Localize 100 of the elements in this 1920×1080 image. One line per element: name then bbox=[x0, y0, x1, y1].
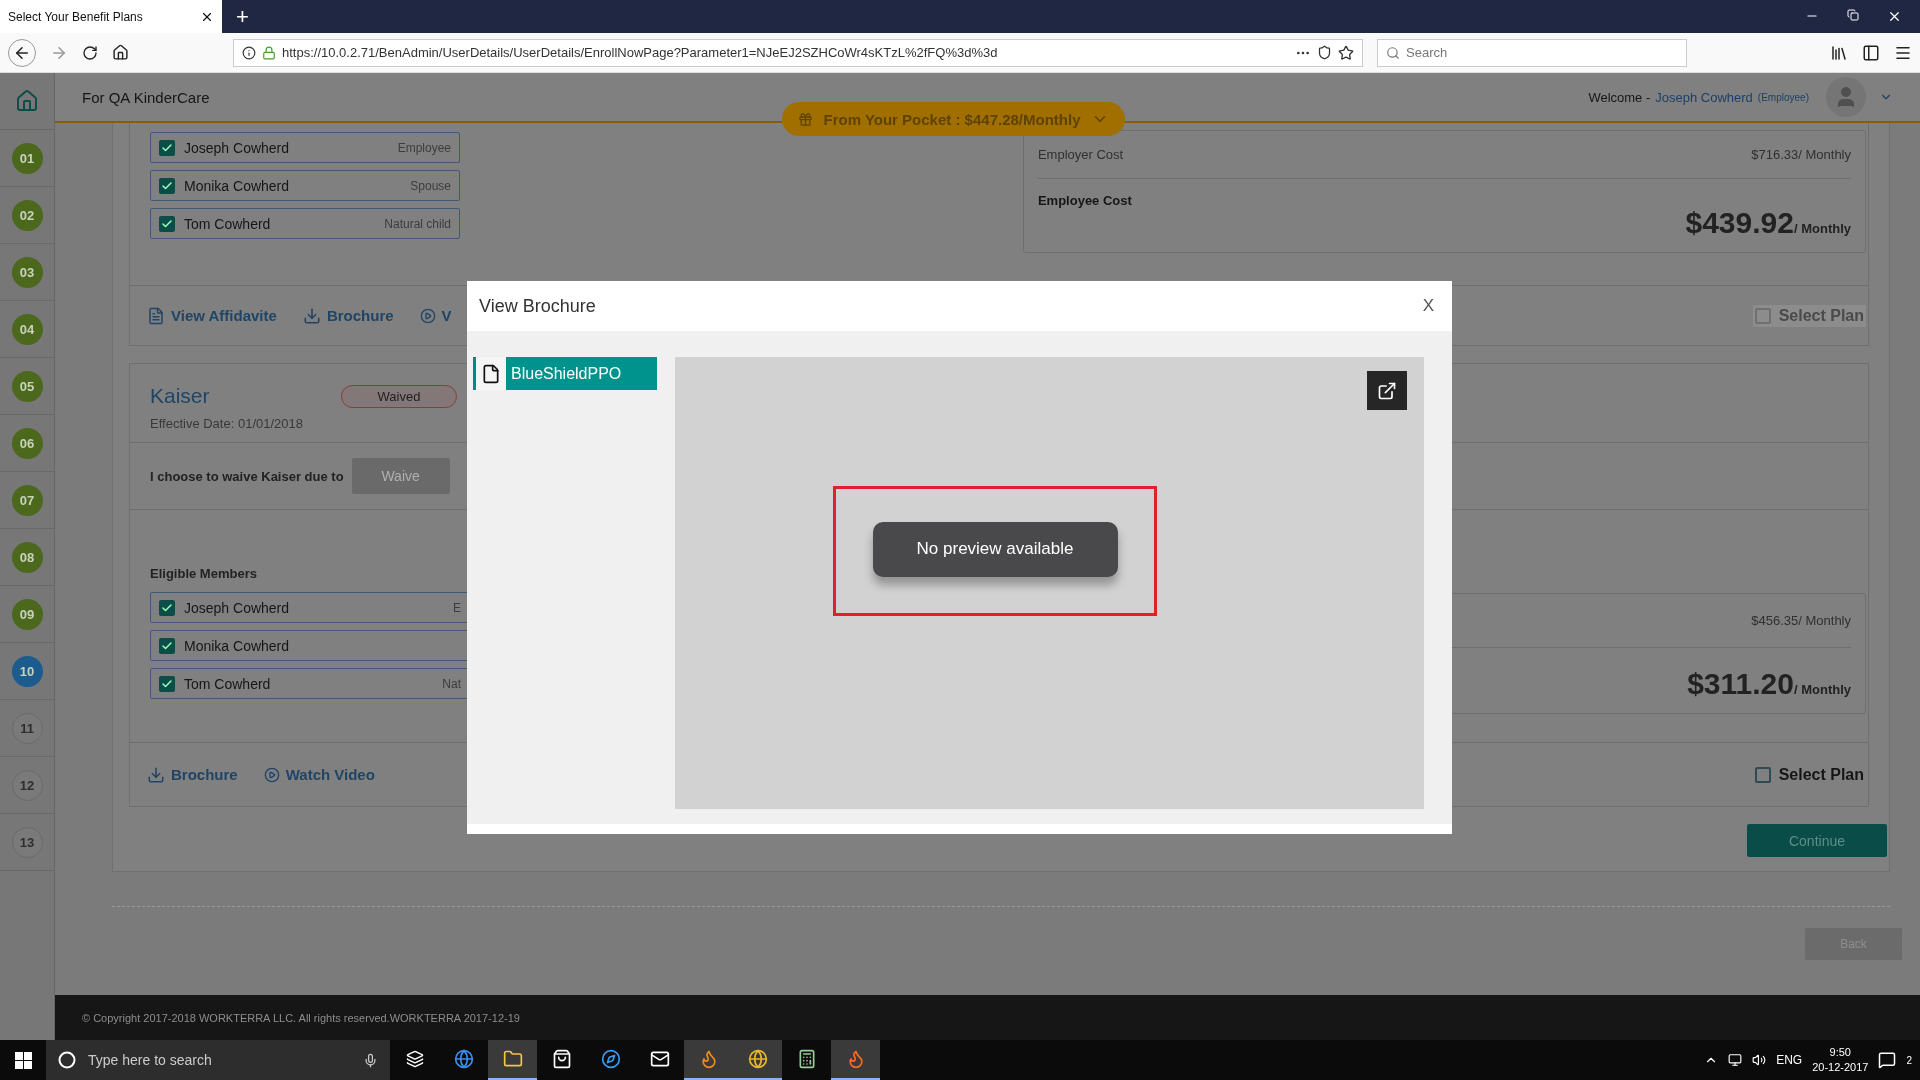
sidebar-icon[interactable] bbox=[1862, 43, 1880, 62]
member-name: Tom Cowherd bbox=[184, 675, 271, 692]
user-role: (Employee) bbox=[1757, 91, 1809, 103]
circle-icon bbox=[58, 1051, 76, 1069]
member-relation: Spouse bbox=[410, 178, 451, 193]
check-icon bbox=[161, 179, 173, 192]
member-name: Joseph Cowherd bbox=[184, 599, 290, 616]
check-icon bbox=[161, 677, 173, 690]
microphone-icon[interactable] bbox=[363, 1052, 378, 1068]
cost-amount: $439.92 bbox=[1685, 206, 1794, 240]
checkbox[interactable] bbox=[159, 637, 175, 654]
cost-amount: $311.20 bbox=[1687, 667, 1794, 701]
cost-label: Employer Cost bbox=[1037, 147, 1124, 162]
member-relation: Employee bbox=[397, 140, 451, 155]
pocket-cost-pill[interactable]: From Your Pocket : $447.28/Monthly bbox=[782, 102, 1125, 136]
library-icon[interactable] bbox=[1830, 43, 1848, 62]
continue-button[interactable]: Continue bbox=[1747, 824, 1887, 857]
step-number[interactable]: 03 bbox=[11, 256, 43, 288]
toast-message: No preview available bbox=[872, 521, 1118, 577]
checkbox[interactable] bbox=[159, 139, 175, 156]
document-icon bbox=[147, 306, 165, 325]
notification-icon[interactable] bbox=[1878, 1051, 1897, 1069]
clock[interactable]: 9:50 20-12-2017 bbox=[1812, 1045, 1869, 1075]
step-number[interactable]: 05 bbox=[11, 370, 43, 402]
search-icon bbox=[1386, 45, 1400, 60]
windows-logo-icon bbox=[14, 1051, 32, 1069]
company-name: For QA KinderCare bbox=[82, 88, 210, 106]
step-number[interactable]: 11 bbox=[11, 712, 43, 744]
step-number[interactable]: 12 bbox=[11, 769, 43, 801]
gift-icon bbox=[798, 111, 814, 127]
status-badge: Waived bbox=[341, 384, 457, 408]
step-number[interactable]: 13 bbox=[11, 826, 43, 858]
volume-icon[interactable] bbox=[1752, 1053, 1767, 1067]
checkbox[interactable] bbox=[159, 599, 175, 616]
lock-icon bbox=[262, 45, 276, 60]
address-bar[interactable]: https://10.0.2.71/BenAdmin/UserDetails/UserDetails/EnrollNowPage?Parameter1=NJeEJ2SZHCoWr4sKTzL%2fFQ%3d%3d bbox=[233, 38, 1363, 67]
copyright-text: © Copyright 2017-2018 WORKTERRA LLC. All rights reserved.WORKTERRA 2017-12-19 bbox=[82, 1011, 520, 1024]
step-number[interactable]: 01 bbox=[11, 142, 43, 174]
cost-label: Employee Cost bbox=[1037, 193, 1132, 210]
step-number[interactable]: 04 bbox=[11, 313, 43, 345]
action-link[interactable]: Brochure bbox=[147, 765, 238, 784]
language-indicator[interactable]: ENG bbox=[1776, 1053, 1803, 1067]
action-link[interactable]: Brochure bbox=[302, 306, 394, 325]
effective-date: Effective Date: 01/01/2018 bbox=[150, 416, 304, 431]
checkbox[interactable] bbox=[159, 215, 175, 232]
cost-unit: / Monthly bbox=[1793, 221, 1851, 236]
member-name: Joseph Cowherd bbox=[184, 139, 290, 156]
download-icon bbox=[147, 765, 165, 784]
restore-icon[interactable] bbox=[1847, 9, 1859, 21]
member-name: Tom Cowherd bbox=[184, 215, 271, 232]
new-tab-button[interactable]: + bbox=[236, 3, 249, 30]
waive-text: I choose to waive Kaiser due to bbox=[150, 468, 344, 484]
member-relation: E bbox=[453, 600, 461, 615]
check-icon bbox=[161, 141, 173, 154]
user-name[interactable]: Joseph Cowherd bbox=[1655, 89, 1753, 105]
check-icon bbox=[161, 217, 173, 230]
section-label: Eligible Members bbox=[150, 566, 258, 581]
notification-count: 2 bbox=[1906, 1054, 1912, 1066]
reload-icon[interactable] bbox=[82, 44, 98, 61]
home-icon[interactable] bbox=[112, 44, 129, 61]
step-number[interactable]: 02 bbox=[11, 199, 43, 231]
tab-title: Select Your Benefit Plans bbox=[8, 9, 143, 24]
member-name: Monika Cowherd bbox=[184, 177, 290, 194]
dialog-title: View Brochure bbox=[479, 295, 596, 317]
check-icon bbox=[161, 639, 173, 652]
member-name: Monika Cowherd bbox=[184, 637, 290, 654]
globe-icon[interactable] bbox=[733, 1040, 782, 1080]
cost-value: $716.33/ Monthly bbox=[1751, 147, 1851, 162]
download-icon bbox=[302, 306, 321, 325]
checkbox[interactable] bbox=[159, 675, 175, 692]
external-link-icon bbox=[1377, 380, 1397, 401]
shield-icon[interactable] bbox=[1317, 45, 1332, 60]
close-icon[interactable] bbox=[1887, 9, 1902, 24]
member-relation: Natural child bbox=[384, 216, 451, 231]
cost-unit: / Monthly bbox=[1793, 682, 1851, 697]
step-number[interactable]: 08 bbox=[11, 541, 43, 573]
action-link[interactable]: V bbox=[419, 307, 452, 324]
action-link[interactable]: View Affidavite bbox=[147, 306, 277, 325]
file-item[interactable]: BlueShieldPPO bbox=[473, 357, 657, 390]
checkbox[interactable] bbox=[159, 177, 175, 194]
step-number[interactable]: 07 bbox=[11, 484, 43, 516]
member-relation: Nat bbox=[442, 676, 461, 691]
open-external-button[interactable] bbox=[1367, 371, 1407, 410]
search-field[interactable]: Search bbox=[1377, 38, 1687, 67]
plan-title: Kaiser bbox=[150, 384, 211, 408]
close-button[interactable]: X bbox=[1416, 295, 1440, 317]
taskbar-search-field[interactable]: Type here to search bbox=[46, 1040, 390, 1080]
browser-tab[interactable]: Select Your Benefit Plans bbox=[0, 0, 222, 33]
folder-icon[interactable] bbox=[488, 1040, 537, 1080]
action-link[interactable]: Watch Video bbox=[263, 766, 375, 783]
check-icon bbox=[161, 601, 173, 614]
flame-icon[interactable] bbox=[684, 1040, 733, 1080]
star-icon[interactable] bbox=[1338, 44, 1354, 61]
select-plan-checkbox[interactable]: Select Plan bbox=[1752, 763, 1866, 786]
step-number[interactable]: 09 bbox=[11, 598, 43, 630]
cost-value: $456.35/ Monthly bbox=[1751, 613, 1851, 628]
play-icon bbox=[419, 307, 436, 324]
step-number[interactable]: 06 bbox=[11, 427, 43, 459]
info-icon[interactable] bbox=[242, 45, 256, 60]
step-number[interactable]: 10 bbox=[11, 655, 43, 687]
